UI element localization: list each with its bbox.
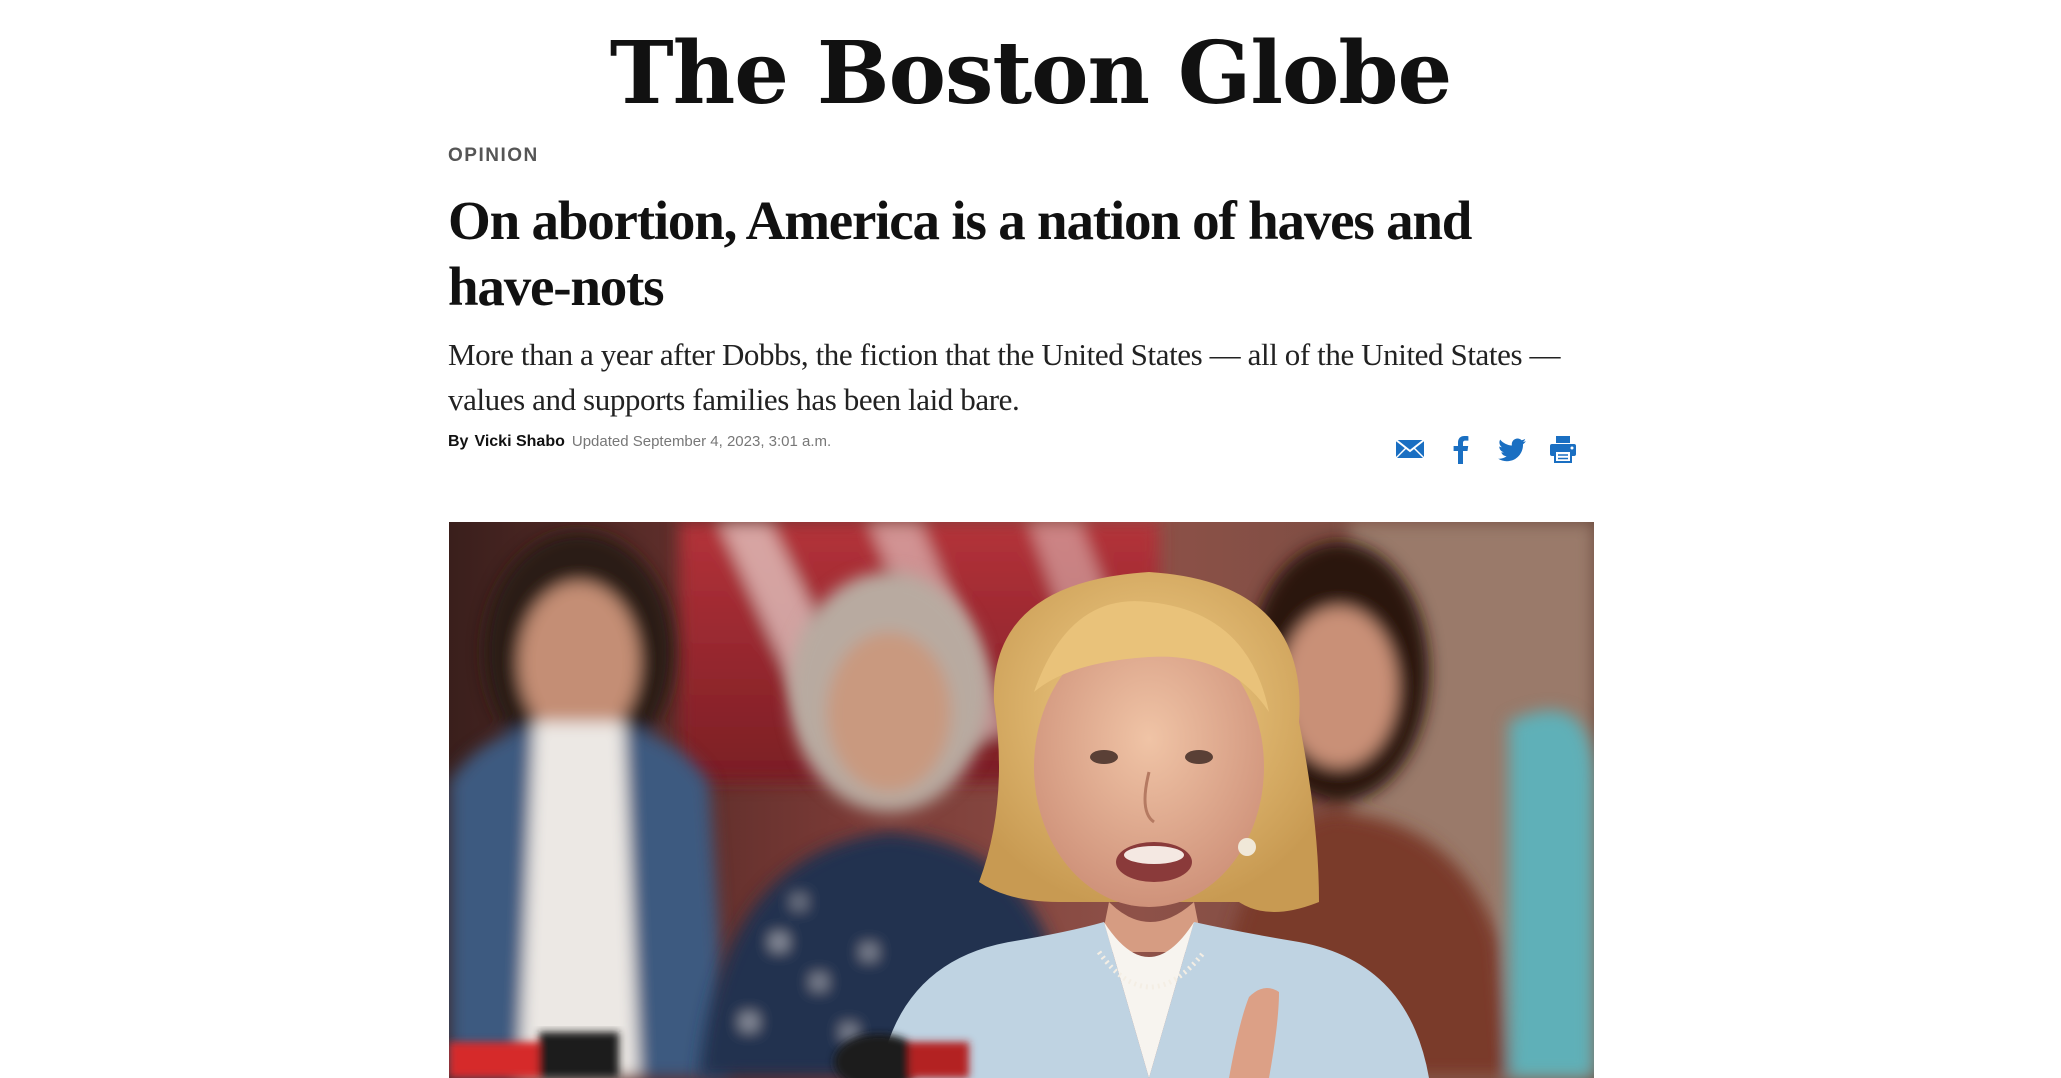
lead-photo-illustration	[449, 522, 1594, 1078]
lead-photo[interactable]	[449, 522, 1594, 1078]
byline-author[interactable]: Vicki Shabo	[474, 433, 564, 450]
facebook-icon[interactable]	[1446, 434, 1476, 464]
masthead-logo[interactable]: The Boston Globe	[0, 24, 2061, 124]
section-label[interactable]: OPINION	[448, 145, 539, 167]
email-icon[interactable]	[1395, 434, 1425, 464]
article-dek: More than a year after Dobbs, the fictio…	[448, 337, 1561, 417]
byline: By Vicki Shabo Updated September 4, 2023, …	[448, 433, 831, 451]
twitter-icon[interactable]	[1497, 434, 1527, 464]
article-headline: On abortion, America is a nation of have…	[448, 190, 1472, 317]
print-icon[interactable]	[1548, 434, 1578, 464]
share-bar	[1395, 434, 1578, 464]
byline-updated: Updated September 4, 2023, 3:01 a.m.	[571, 433, 832, 450]
byline-prefix: By	[448, 433, 469, 450]
